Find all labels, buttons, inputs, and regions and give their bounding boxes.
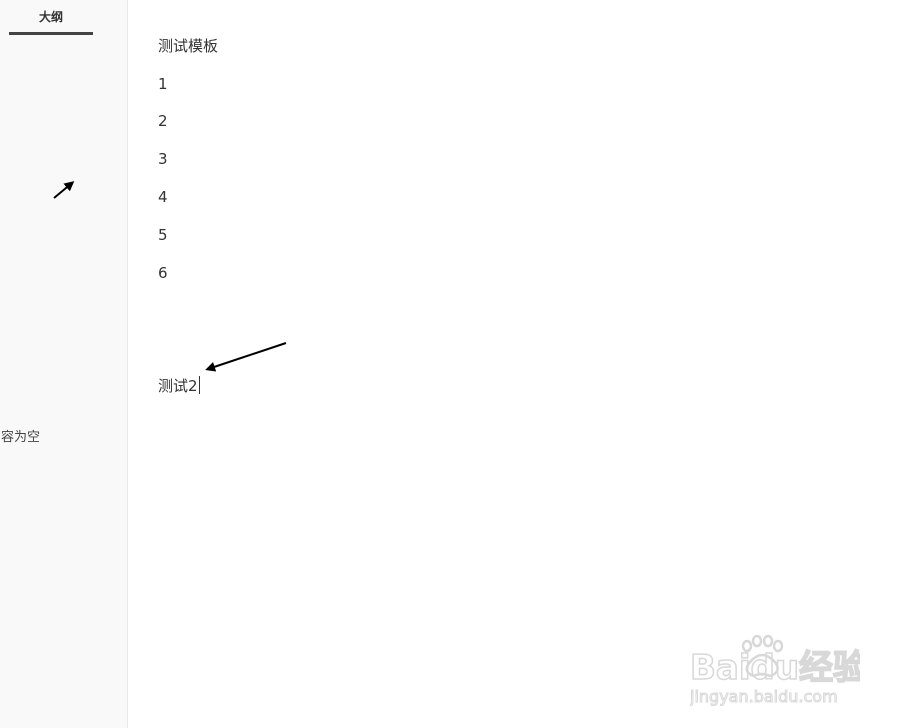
text-caret <box>198 376 200 394</box>
tab-active-indicator <box>9 32 93 35</box>
editor-line[interactable]: 5 <box>158 225 168 245</box>
editor-area[interactable]: 测试模板 1 2 3 4 5 6 测试2 <box>128 0 898 728</box>
editor-line[interactable]: 6 <box>158 263 168 283</box>
paw-logo-icon: Baidu经验 jingyan.baidu.com <box>689 634 868 707</box>
editor-line[interactable]: 4 <box>158 187 168 207</box>
watermark-brand: Baidu经验 <box>690 648 860 688</box>
watermark-url: jingyan.baidu.com <box>690 687 838 706</box>
tab-outline[interactable]: 大纲 <box>9 8 93 32</box>
baidu-jingyan-watermark: Baidu经验 jingyan.baidu.com <box>689 632 868 712</box>
editor-line-title[interactable]: 测试模板 <box>158 36 218 56</box>
editor-line[interactable]: 3 <box>158 149 168 169</box>
app-window: 大纲 内容为空 测试模板 1 2 3 4 5 6 测试2 <box>0 0 898 728</box>
outline-empty-message: 内容为空 <box>0 430 41 445</box>
editor-line[interactable]: 1 <box>158 74 168 94</box>
current-line-text: 测试2 <box>158 377 198 395</box>
editor-line[interactable]: 2 <box>158 111 168 131</box>
editor-current-line[interactable]: 测试2 <box>158 376 200 396</box>
outline-sidebar: 大纲 内容为空 <box>0 0 128 728</box>
